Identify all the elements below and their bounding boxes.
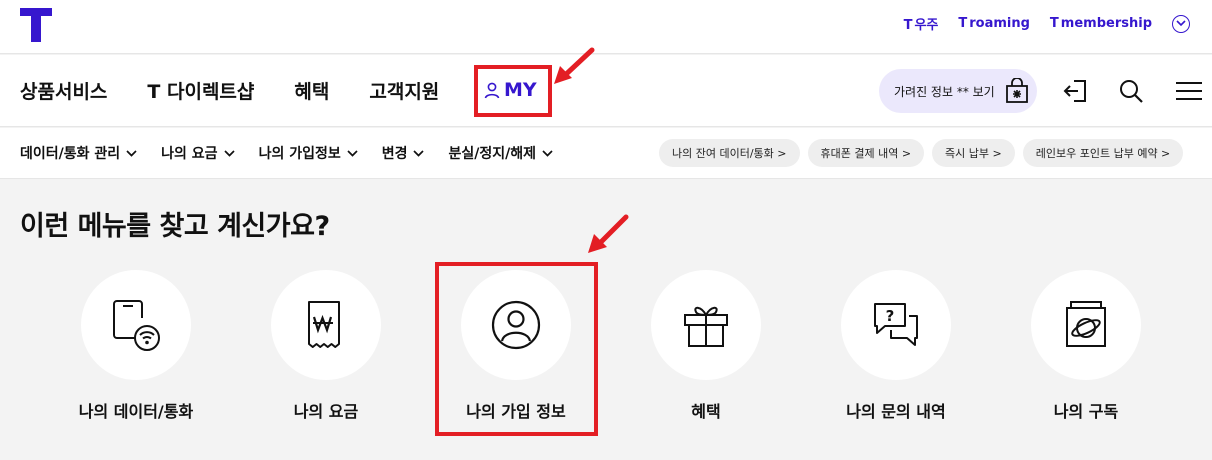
unlock-bag-icon xyxy=(1005,78,1028,103)
bill-won-icon xyxy=(308,301,340,348)
subnav-subscription-info-label: 나의 가입정보 xyxy=(258,146,341,162)
menu-icon-circle: ? xyxy=(841,270,951,380)
highlight-box-my xyxy=(474,65,552,117)
menu-icon-circle xyxy=(271,270,381,380)
red-arrow-icon xyxy=(554,47,595,84)
phone-wifi-icon xyxy=(113,300,160,351)
menu-label-inquiries: 나의 문의 내역 xyxy=(846,402,946,421)
highlight-box-subscription-info xyxy=(435,262,598,436)
expand-chevron-icon[interactable] xyxy=(1172,14,1190,33)
nav-products-services[interactable]: 상품서비스 xyxy=(20,77,107,104)
question-chat-icon: ? xyxy=(874,303,918,346)
red-arrow-icon xyxy=(588,214,629,253)
t-logo-icon[interactable] xyxy=(20,8,52,42)
menu-card-subscribe[interactable]: 나의 구독 xyxy=(991,270,1181,421)
subnav-lost-suspend[interactable]: 분실/정지/해제 xyxy=(448,143,553,163)
show-hidden-info-label: 가려진 정보 ** 보기 xyxy=(894,84,995,99)
subnav-subscription-info[interactable]: 나의 가입정보 xyxy=(259,143,358,163)
menu-label-data-call: 나의 데이터/통화 xyxy=(78,402,194,421)
gift-icon xyxy=(684,306,728,347)
chevron-down-icon xyxy=(126,149,137,157)
sub-navigation: 데이터/통화 관리 나의 요금 나의 가입정보 변경 분실/정지/해제 나의 잔… xyxy=(0,128,1212,179)
menu-card-data-call[interactable]: 나의 데이터/통화 xyxy=(41,270,231,421)
menu-icon-circle xyxy=(81,270,191,380)
show-hidden-info-button[interactable]: 가려진 정보 ** 보기 xyxy=(879,69,1037,113)
subscribe-box-icon xyxy=(1066,301,1106,347)
search-icon[interactable] xyxy=(1117,77,1145,105)
t-membership-link[interactable]: Tmembership xyxy=(1050,16,1152,31)
chevron-down-icon xyxy=(223,149,235,157)
chevron-down-icon xyxy=(347,149,358,157)
menu-icon-circle xyxy=(651,270,761,380)
main-navigation: 상품서비스 T 다이렉트샵 혜택 고객지원 MY 가려진 정보 ** 보기 xyxy=(0,55,1212,127)
subnav-change-label: 변경 xyxy=(381,146,408,162)
login-icon[interactable] xyxy=(1061,77,1089,105)
subnav-data-call[interactable]: 데이터/통화 관리 xyxy=(20,143,137,163)
menu-icon-circle xyxy=(1031,270,1141,380)
chip-rainbow-point[interactable]: 레인보우 포인트 납부 예약 > xyxy=(1022,139,1184,167)
menu-card-my-fee[interactable]: 나의 요금 xyxy=(231,270,421,421)
menu-card-inquiries[interactable]: ? 나의 문의 내역 xyxy=(801,270,991,421)
nav-customer-support[interactable]: 고객지원 xyxy=(369,77,439,104)
t-roaming-link[interactable]: Troaming xyxy=(958,16,1030,31)
nav-benefits[interactable]: 혜택 xyxy=(294,77,329,104)
hamburger-menu-icon[interactable] xyxy=(1175,77,1203,105)
subnav-change[interactable]: 변경 xyxy=(382,143,425,163)
quick-links: 나의 잔여 데이터/통화 > 휴대폰 결제 내역 > 즉시 납부 > 레인보우 … xyxy=(659,139,1184,167)
t-universe-link[interactable]: T 우주 xyxy=(904,14,939,33)
subnav-my-fee-label: 나의 요금 xyxy=(161,146,218,162)
subnav-lost-suspend-label: 분실/정지/해제 xyxy=(448,146,536,162)
subnav-data-call-label: 데이터/통화 관리 xyxy=(20,146,121,162)
chip-instant-pay[interactable]: 즉시 납부 > xyxy=(932,139,1015,167)
chip-remaining-data[interactable]: 나의 잔여 데이터/통화 > xyxy=(659,139,800,167)
menu-label-subscribe: 나의 구독 xyxy=(1053,402,1119,421)
nav-t-direct-shop[interactable]: T 다이렉트샵 xyxy=(147,77,254,104)
chevron-down-icon xyxy=(542,149,553,157)
section-title: 이런 메뉴를 찾고 계신가요? xyxy=(20,211,330,242)
chevron-down-icon xyxy=(413,149,425,157)
top-utility-bar: T 우주 Troaming Tmembership xyxy=(0,0,1212,54)
menu-label-my-fee: 나의 요금 xyxy=(293,402,359,421)
menu-label-benefits: 혜택 xyxy=(691,402,721,421)
utility-links: T 우주 Troaming Tmembership xyxy=(904,14,1190,33)
subnav-my-fee[interactable]: 나의 요금 xyxy=(161,143,235,163)
menu-card-benefits[interactable]: 혜택 xyxy=(611,270,801,421)
chip-phone-payment[interactable]: 휴대폰 결제 내역 > xyxy=(807,139,925,167)
svg-text:?: ? xyxy=(886,307,895,325)
